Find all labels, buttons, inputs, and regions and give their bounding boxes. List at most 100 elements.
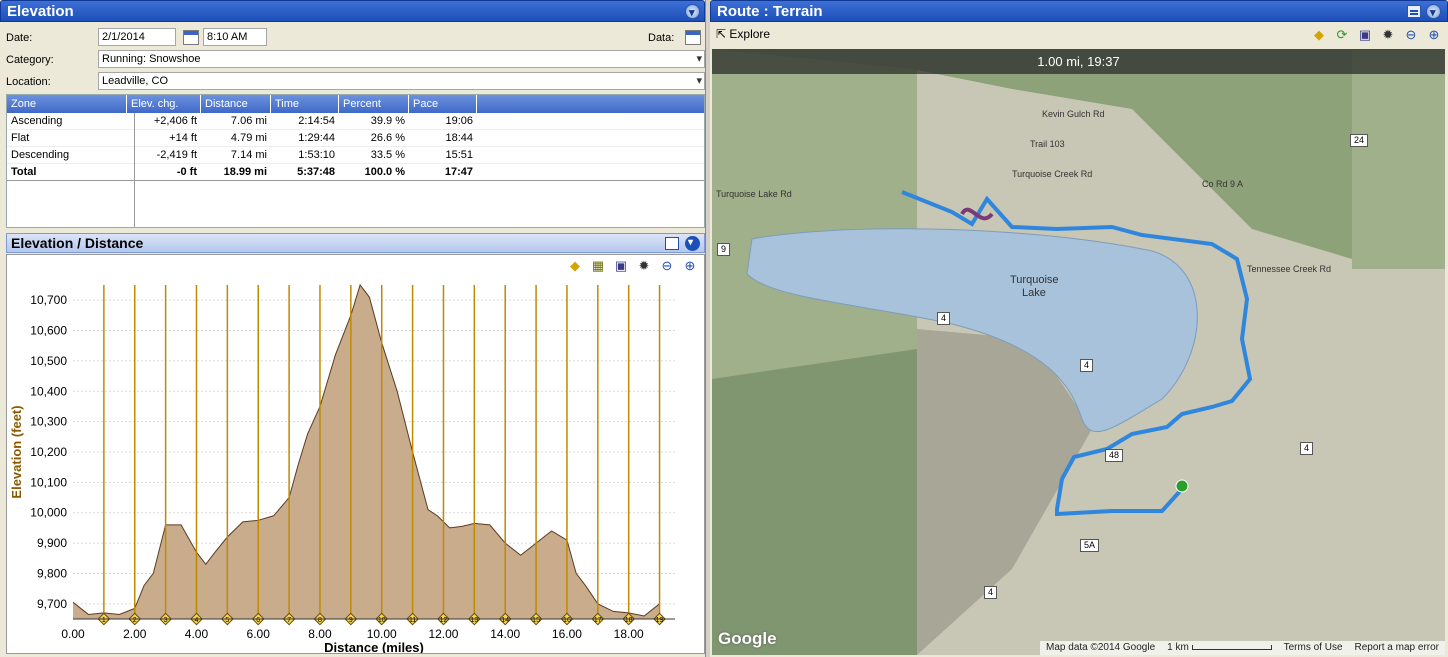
data-label: Data: xyxy=(648,32,675,44)
mile-marker-label: 4 xyxy=(195,617,199,624)
table-cell: 100.0 % xyxy=(364,166,405,178)
road-label: Kevin Gulch Rd xyxy=(1042,109,1105,119)
save-icon[interactable]: ▣ xyxy=(1357,27,1373,43)
terrain-map[interactable]: 1.00 mi, 19:37 Turquoise Lake Turquoise … xyxy=(712,49,1445,655)
category-dropdown[interactable]: Running: Snowshoe xyxy=(98,50,705,68)
terrain-map-graphic xyxy=(712,49,1445,655)
y-tick-label: 10,300 xyxy=(30,415,67,429)
route-title: Route : Terrain xyxy=(717,3,823,20)
table-row[interactable]: Flat +14 ft 4.79 mi 1:29:44 26.6 % 18:44 xyxy=(7,130,704,147)
table-cell: 4.79 mi xyxy=(230,132,267,144)
map-scale: 1 km xyxy=(1167,641,1272,655)
table-cell: 5:37:48 xyxy=(297,166,335,178)
mile-marker-label: 14 xyxy=(501,617,509,624)
mile-marker-label: 6 xyxy=(256,617,260,624)
mile-marker-label: 18 xyxy=(625,617,633,624)
road-shield: 9 xyxy=(717,243,731,256)
location-label: Location: xyxy=(6,76,51,88)
lake-label-2: Lake xyxy=(1022,287,1046,299)
col-header-distance[interactable]: Distance xyxy=(201,95,271,113)
mile-marker-label: 7 xyxy=(287,617,291,624)
table-cell: 7.14 mi xyxy=(230,149,267,161)
table-cell: 33.5 % xyxy=(370,149,405,161)
mile-marker-label: 19 xyxy=(656,617,664,624)
elevation-chart-svg[interactable]: 9,700 9,800 9,900 10,000 10,100 10,200 10,300 1… xyxy=(7,255,704,653)
chart-menu-button[interactable] xyxy=(685,234,700,252)
y-tick-label: 10,200 xyxy=(30,445,67,459)
table-cell: 19:06 xyxy=(445,115,473,127)
y-tick-label: 10,000 xyxy=(30,506,67,520)
zoom-in-icon[interactable]: ⊕ xyxy=(1426,27,1442,43)
table-cell: Descending xyxy=(11,149,70,161)
location-dropdown[interactable]: Leadville, CO xyxy=(98,72,705,90)
table-cell: 1:29:44 xyxy=(298,132,335,144)
col-header-percent[interactable]: Percent xyxy=(339,95,409,113)
table-cell: +14 ft xyxy=(169,132,197,144)
road-label: Turquoise Creek Rd xyxy=(1012,169,1093,179)
col-header-time[interactable]: Time xyxy=(271,95,339,113)
mile-marker-label: 11 xyxy=(409,617,416,624)
mile-marker-label: 16 xyxy=(563,617,571,624)
table-total-row[interactable]: Total -0 ft 18.99 mi 5:37:48 100.0 % 17:… xyxy=(7,164,704,181)
road-label: Turquoise Lake Rd xyxy=(716,189,792,199)
table-cell: 17:47 xyxy=(444,166,473,178)
map-footer: Map data ©2014 Google 1 km Terms of Use … xyxy=(1040,641,1445,655)
elevation-title: Elevation xyxy=(7,3,74,20)
table-row[interactable]: Descending -2,419 ft 7.14 mi 1:53:10 33.… xyxy=(7,147,704,164)
road-shield: 4 xyxy=(1080,359,1094,372)
mile-marker-label: 17 xyxy=(594,617,602,624)
table-cell: 39.9 % xyxy=(370,115,405,127)
panel-menu-button[interactable] xyxy=(685,2,700,24)
calendar-icon[interactable] xyxy=(183,30,199,45)
data-calculator-icon[interactable] xyxy=(685,30,701,45)
mile-marker-label: 13 xyxy=(470,617,478,624)
marker-diamond-icon[interactable]: ◆ xyxy=(1311,27,1327,43)
road-shield: 5A xyxy=(1080,539,1100,552)
map-scale-label: 1 km xyxy=(1167,642,1189,653)
y-tick-label: 10,400 xyxy=(30,384,67,398)
lake-label: Turquoise xyxy=(1010,274,1059,286)
route-menu-button[interactable] xyxy=(1426,2,1441,24)
table-cell: 15:51 xyxy=(445,149,473,161)
category-label: Category: xyxy=(6,54,54,66)
x-axis-label: Distance (miles) xyxy=(324,640,424,653)
x-tick-label: 4.00 xyxy=(185,627,209,641)
x-tick-label: 6.00 xyxy=(247,627,271,641)
x-tick-label: 16.00 xyxy=(552,627,582,641)
y-tick-label: 9,900 xyxy=(37,536,67,550)
x-tick-label: 14.00 xyxy=(490,627,520,641)
table-divider xyxy=(134,113,135,227)
mile-marker-label: 9 xyxy=(349,617,353,624)
refresh-icon[interactable]: ⟳ xyxy=(1334,27,1350,43)
mile-marker-label: 3 xyxy=(164,617,168,624)
col-header-pace[interactable]: Pace xyxy=(409,95,477,113)
road-label: Tennessee Creek Rd xyxy=(1247,264,1332,274)
layout-button[interactable] xyxy=(1407,5,1421,18)
explore-label: Explore xyxy=(729,27,771,41)
date-field[interactable]: 2/1/2014 xyxy=(98,28,176,46)
zone-table: Zone Elev. chg. Distance Time Percent Pa… xyxy=(6,94,705,228)
terms-link[interactable]: Terms of Use xyxy=(1284,641,1343,655)
road-shield: 24 xyxy=(1350,134,1369,147)
chart-layout-button[interactable] xyxy=(665,237,679,250)
x-tick-label: 2.00 xyxy=(123,627,147,641)
mile-marker-label: 1 xyxy=(102,617,106,624)
x-tick-label: 18.00 xyxy=(614,627,644,641)
settings-gear-icon[interactable]: ✹ xyxy=(1380,27,1396,43)
map-position-banner: 1.00 mi, 19:37 xyxy=(712,49,1445,74)
time-field[interactable]: 8:10 AM xyxy=(203,28,267,46)
x-tick-label: 8.00 xyxy=(308,627,332,641)
explore-button[interactable]: ⇱ Explore xyxy=(716,27,770,41)
elevation-pane: Elevation Date: 2/1/2014 8:10 AM Data: C… xyxy=(0,0,706,657)
x-tick-label: 0.00 xyxy=(61,627,85,641)
map-data-credit: Map data ©2014 Google xyxy=(1046,642,1156,653)
road-shield: 4 xyxy=(1300,442,1314,455)
elevation-titlebar: Elevation xyxy=(0,0,705,24)
table-row[interactable]: Ascending +2,406 ft 7.06 mi 2:14:54 39.9… xyxy=(7,113,704,130)
report-error-link[interactable]: Report a map error xyxy=(1355,641,1439,655)
date-label: Date: xyxy=(6,32,33,44)
col-header-zone[interactable]: Zone xyxy=(7,95,127,113)
elevation-area xyxy=(73,285,660,619)
col-header-elev[interactable]: Elev. chg. xyxy=(127,95,201,113)
zoom-out-icon[interactable]: ⊖ xyxy=(1403,27,1419,43)
